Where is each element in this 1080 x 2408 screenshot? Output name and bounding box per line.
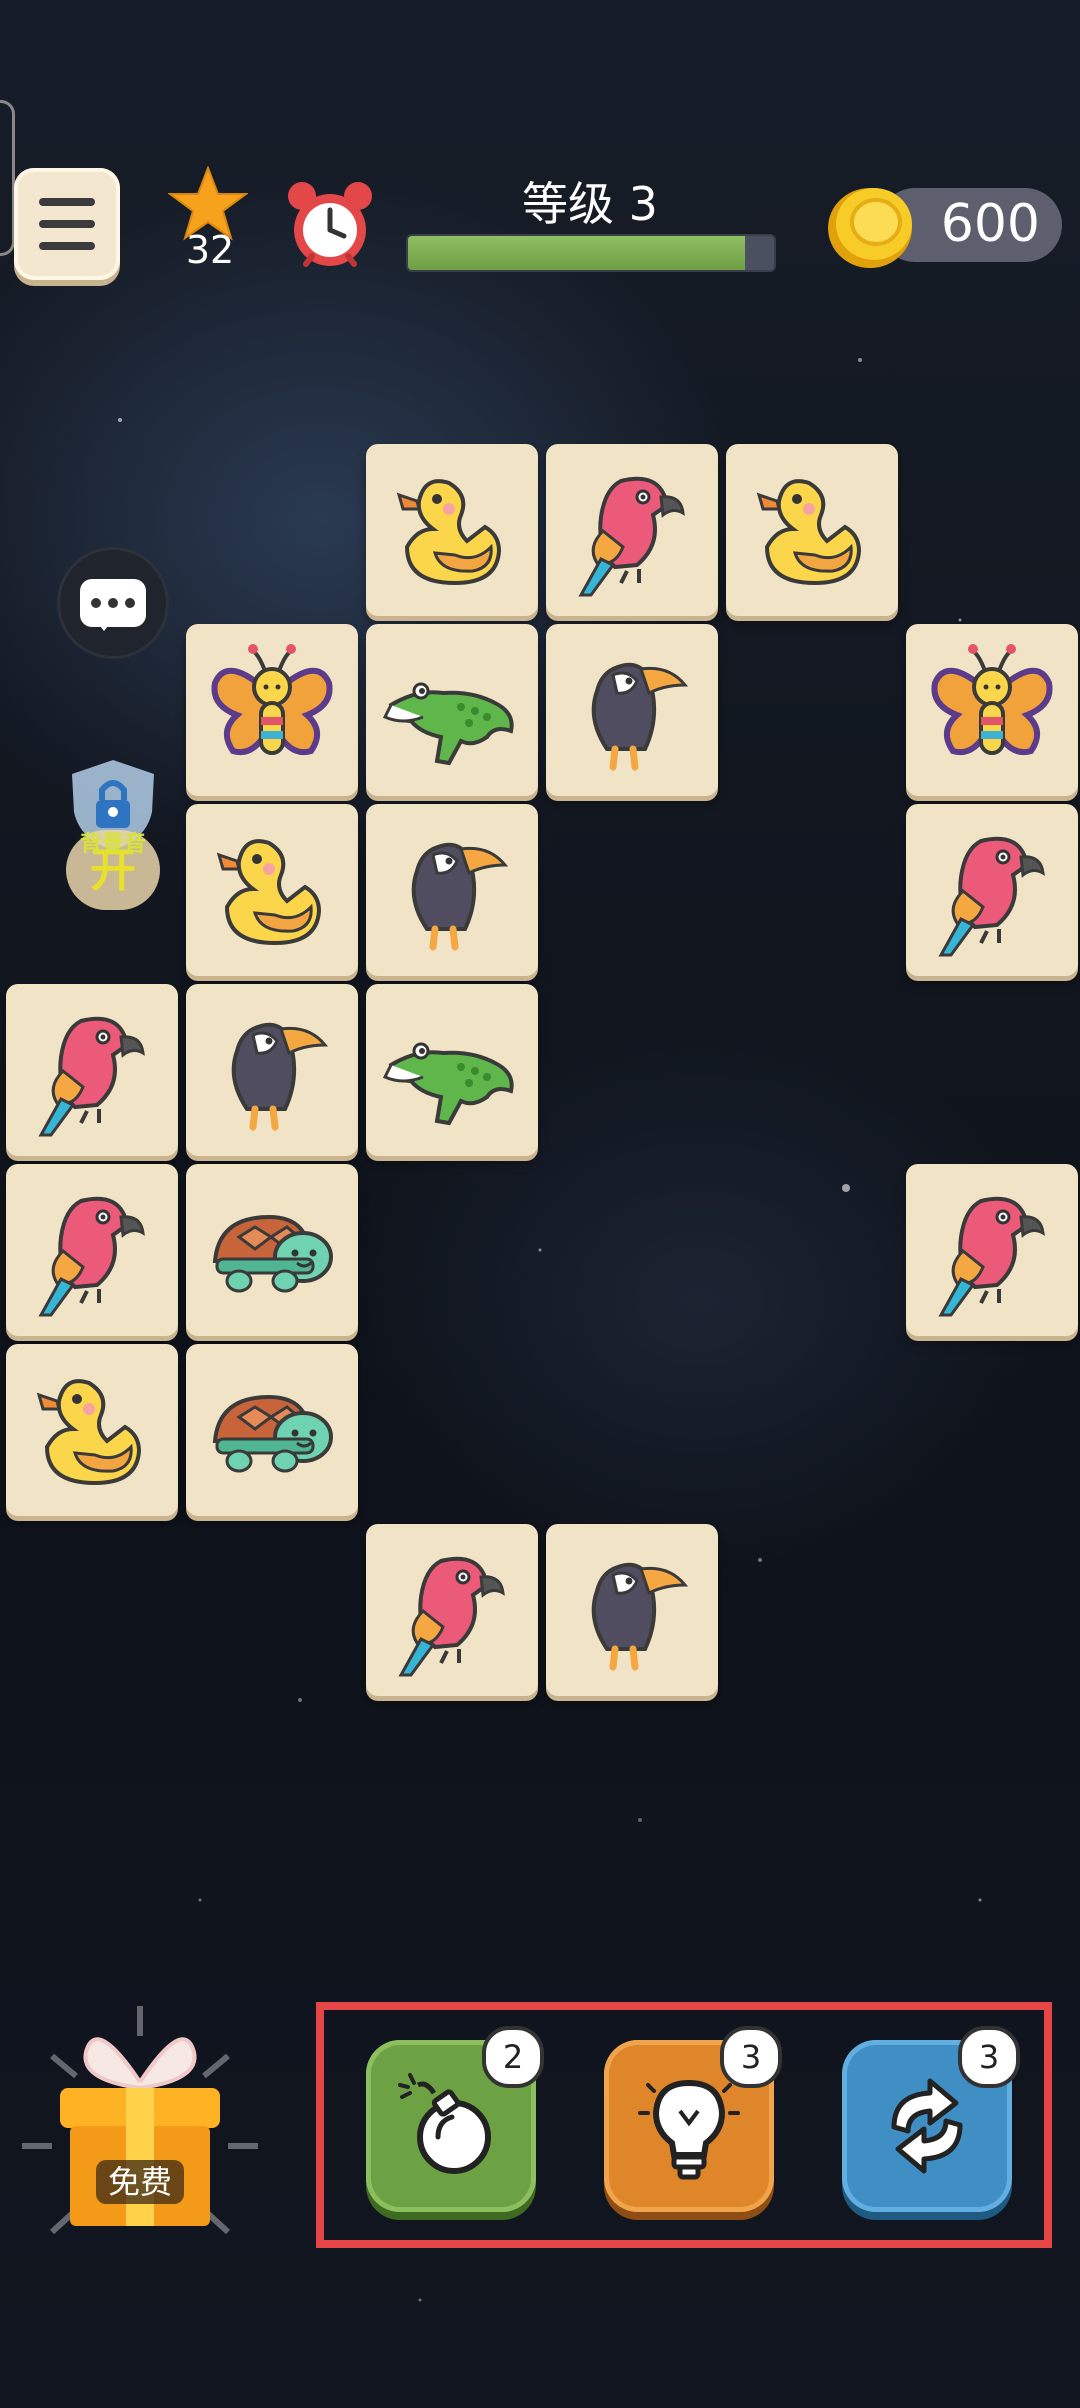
duck-icon: [756, 479, 862, 586]
tile-duck[interactable]: [6, 1344, 178, 1516]
toucan-icon: [591, 1562, 689, 1671]
tile-parrot[interactable]: [6, 1164, 178, 1336]
level-title: 等级 3: [522, 177, 658, 231]
parrot-icon: [578, 476, 685, 597]
tile-parrot[interactable]: [546, 444, 718, 616]
parrot-icon: [38, 1016, 145, 1137]
crocodile-icon: [382, 682, 514, 766]
menu-button[interactable]: [14, 168, 120, 280]
bomb-tool-button[interactable]: 2: [366, 2026, 544, 2212]
parrot-icon: [38, 1196, 145, 1317]
butterfly-icon: [211, 644, 333, 755]
shuffle-count-badge: 3: [958, 2026, 1020, 2088]
chat-bubble-icon: [80, 579, 146, 631]
tile-toucan[interactable]: [546, 1524, 718, 1696]
turtle-icon: [212, 1214, 333, 1293]
duck-icon: [396, 479, 502, 586]
tile-toucan[interactable]: [186, 984, 358, 1156]
bomb-count-badge: 2: [482, 2026, 544, 2088]
parrot-icon: [398, 1556, 505, 1677]
tile-butterfly[interactable]: [186, 624, 358, 796]
menu-icon-line: [39, 198, 95, 206]
duck-icon: [216, 839, 322, 946]
tile-butterfly[interactable]: [906, 624, 1078, 796]
level-progress-bar: [406, 234, 776, 272]
menu-icon-line: [39, 242, 95, 250]
hint-tool-button[interactable]: 3: [604, 2026, 782, 2212]
tile-parrot[interactable]: [366, 1524, 538, 1696]
gift-box-icon[interactable]: [12, 1996, 268, 2252]
shuffle-arrows-icon: [891, 2078, 963, 2174]
butterfly-icon: [931, 644, 1053, 755]
parrot-icon: [938, 1196, 1045, 1317]
tile-crocodile[interactable]: [366, 624, 538, 796]
tile-turtle[interactable]: [186, 1164, 358, 1336]
chat-button[interactable]: [60, 550, 166, 656]
coin-icon: [828, 188, 912, 268]
bgm-label: 背景音: [79, 832, 146, 857]
tile-toucan[interactable]: [546, 624, 718, 796]
tile-parrot[interactable]: [906, 804, 1078, 976]
toucan-icon: [411, 842, 509, 951]
level-progress-fill: [408, 236, 745, 270]
tile-parrot[interactable]: [906, 1164, 1078, 1336]
hint-count-badge: 3: [720, 2026, 782, 2088]
alarm-clock-icon[interactable]: [282, 176, 378, 272]
tile-crocodile[interactable]: [366, 984, 538, 1156]
tile-parrot[interactable]: [6, 984, 178, 1156]
crocodile-icon: [382, 1042, 514, 1126]
side-tab[interactable]: [0, 100, 15, 256]
lightbulb-icon: [638, 2079, 740, 2180]
tile-duck[interactable]: [186, 804, 358, 976]
shuffle-tool-button[interactable]: 3: [842, 2026, 1020, 2212]
coin-count: 600: [940, 194, 1040, 254]
parrot-icon: [938, 836, 1045, 957]
toucan-icon: [591, 662, 689, 771]
menu-icon-line: [39, 220, 95, 228]
star-count: 32: [185, 228, 235, 272]
tile-duck[interactable]: [366, 444, 538, 616]
toucan-icon: [231, 1022, 329, 1131]
tile-toucan[interactable]: [366, 804, 538, 976]
tile-turtle[interactable]: [186, 1344, 358, 1516]
tile-duck[interactable]: [726, 444, 898, 616]
duck-icon: [36, 1379, 142, 1486]
turtle-icon: [212, 1394, 333, 1473]
bomb-icon: [398, 2073, 491, 2174]
free-gift-label[interactable]: 免费: [96, 2160, 184, 2204]
